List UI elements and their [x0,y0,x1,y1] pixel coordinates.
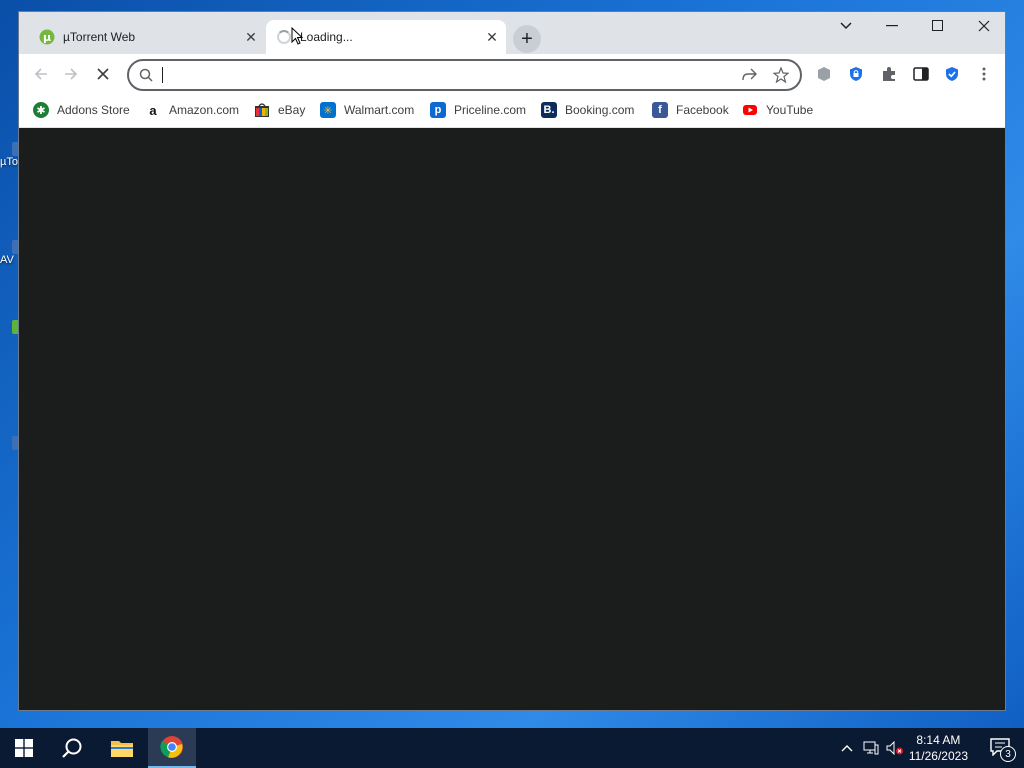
side-panel-icon[interactable] [907,60,935,88]
address-bar[interactable] [127,59,802,91]
browser-toolbar [19,54,1005,94]
bookmarks-bar: ✱ Addons Store a Amazon.com eBay ✳ Walma… [19,94,1005,128]
address-input[interactable] [161,64,721,86]
taskbar-search-button[interactable] [48,728,96,768]
amazon-icon: a [145,102,161,118]
minimize-button[interactable] [869,12,915,40]
addons-store-icon: ✱ [33,102,49,118]
utorrent-icon: µ [39,29,55,45]
desktop-icon-label: µTo [0,156,18,168]
show-hidden-icons[interactable] [838,739,856,757]
bookmark-label: Amazon.com [169,103,240,117]
bookmark-label: YouTube [766,103,814,117]
priceline-icon: p [430,102,446,118]
search-icon [139,68,153,82]
bookmark-addons-store[interactable]: ✱ Addons Store [33,102,130,118]
ebay-icon [255,103,269,117]
bookmark-amazon[interactable]: a Amazon.com [145,102,239,118]
desktop-icon-4[interactable] [0,436,20,450]
bookmark-facebook[interactable]: f Facebook [652,102,729,118]
clock[interactable]: 8:14 AM 11/26/2023 [909,732,968,764]
network-icon[interactable] [862,739,880,757]
security-shield-icon[interactable] [938,60,966,88]
share-icon[interactable] [735,61,763,89]
desktop-icons: µTo AV [0,130,20,470]
facebook-icon: f [652,102,668,118]
loading-spinner-icon [276,29,292,45]
bookmark-label: Facebook [676,103,729,117]
more-menu-icon[interactable] [970,60,998,88]
bookmark-label: Booking.com [565,103,635,117]
desktop-icon-3[interactable] [0,320,20,334]
volume-muted-icon[interactable] [886,739,904,757]
extensions-puzzle-icon[interactable] [875,60,903,88]
new-tab-button[interactable]: + [513,25,541,53]
bookmark-booking[interactable]: B. Booking.com [541,102,634,118]
bookmark-label: Walmart.com [344,103,415,117]
desktop-icon-av[interactable]: AV [0,240,20,266]
search-icon [62,738,82,758]
close-window-button[interactable] [961,12,1005,40]
youtube-icon [743,105,757,115]
tab-search-icon[interactable] [823,12,869,40]
walmart-icon: ✳ [320,102,336,118]
tab-title: Loading... [300,30,353,44]
tab-title: µTorrent Web [63,30,136,44]
bookmark-priceline[interactable]: p Priceline.com [430,102,526,118]
stop-loading-button[interactable] [89,60,117,88]
windows-icon [15,739,33,757]
clock-time: 8:14 AM [916,733,961,747]
bookmark-star-icon[interactable] [767,61,795,89]
bookmark-label: Priceline.com [454,103,527,117]
vpn-lock-icon[interactable] [842,60,870,88]
tab-strip: µ µTorrent Web ✕ Loading... ✕ + [19,12,1005,54]
desktop-icon-utorrent[interactable]: µTo [0,142,20,168]
bookmark-ebay[interactable]: eBay [254,102,305,118]
taskbar: 8:14 AM 11/26/2023 3 [0,728,1024,768]
clock-date: 11/26/2023 [908,749,968,763]
svg-text:µ: µ [43,31,51,44]
folder-icon [111,741,133,757]
extension-gray-icon[interactable] [810,60,838,88]
browser-icon [160,736,183,758]
page-content[interactable] [19,129,1005,710]
file-explorer-button[interactable] [98,728,146,768]
bookmark-walmart[interactable]: ✳ Walmart.com [320,102,414,118]
browser-window: µ µTorrent Web ✕ Loading... ✕ + ✱ Addons… [18,11,1006,711]
tab-utorrent-web[interactable]: µ µTorrent Web ✕ [29,20,265,54]
notification-count-badge: 3 [1000,746,1016,762]
desktop-icon-label: AV [0,254,14,266]
forward-button[interactable] [57,60,85,88]
close-tab-icon[interactable]: ✕ [243,29,259,45]
bookmark-label: Addons Store [57,103,130,117]
maximize-button[interactable] [915,12,961,40]
chrome-taskbar-button[interactable] [148,728,196,768]
bookmark-label: eBay [278,103,306,117]
bookmark-youtube[interactable]: YouTube [742,102,813,118]
mouse-cursor-icon [291,27,303,45]
text-caret [162,67,163,83]
close-tab-icon[interactable]: ✕ [484,29,500,45]
back-button[interactable] [27,60,55,88]
start-button[interactable] [0,728,48,768]
booking-icon: B. [541,102,557,118]
